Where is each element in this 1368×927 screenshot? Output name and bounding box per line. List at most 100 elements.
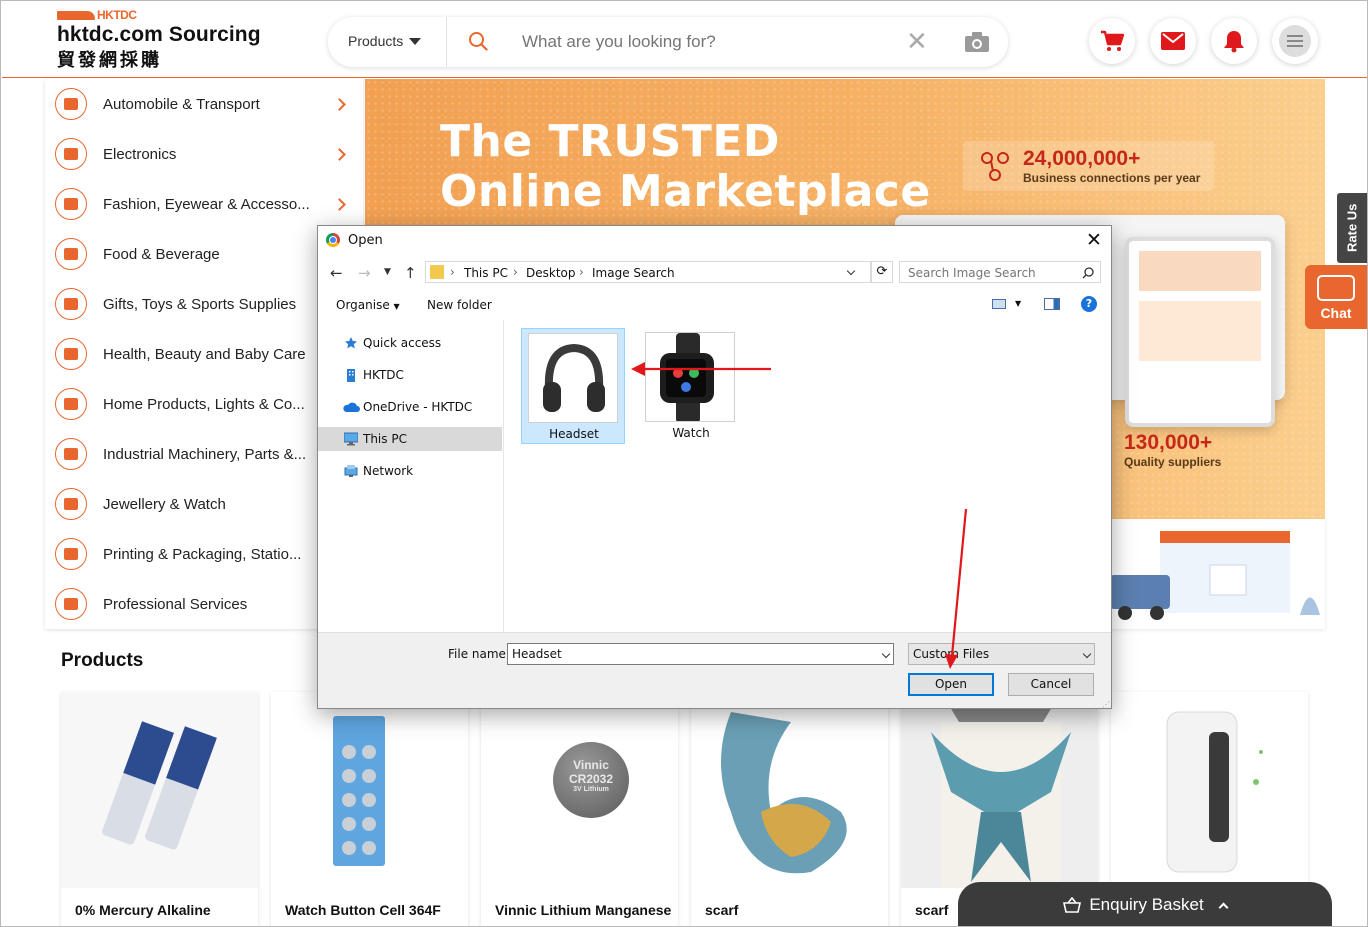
file-type-select[interactable]: Custom Files	[908, 643, 1095, 665]
view-options-icon[interactable]	[992, 299, 1006, 309]
chevron-right-icon	[333, 197, 346, 211]
stat-suppliers-label: Quality suppliers	[1124, 455, 1222, 469]
sidebar-item-automobile[interactable]: Automobile & Transport	[45, 79, 363, 129]
enquiry-basket-label: Enquiry Basket	[1089, 895, 1204, 914]
cancel-button[interactable]: Cancel	[1008, 673, 1094, 696]
sidebar-item-label: Electronics	[103, 145, 177, 163]
search-icon[interactable]	[468, 31, 488, 51]
forward-arrow-icon[interactable]: →	[358, 264, 371, 282]
preview-pane-icon[interactable]	[1044, 298, 1060, 310]
search-category-label: Products	[348, 33, 404, 49]
sidebar-item-gifts[interactable]: Gifts, Toys & Sports Supplies	[45, 279, 363, 329]
sidebar-item-label: Home Products, Lights & Co...	[103, 395, 305, 413]
product-image: Vinnic CR2032 3V Lithium	[481, 692, 678, 888]
sidebar-item-printing[interactable]: Printing & Packaging, Statio...	[45, 529, 363, 579]
search-icon	[1082, 267, 1094, 279]
refresh-icon[interactable]: ⟳	[871, 261, 893, 283]
dialog-search-input[interactable]	[908, 266, 1068, 280]
nav-quick-access[interactable]: Quick access	[318, 331, 502, 355]
search-divider	[446, 17, 447, 67]
chrome-icon	[326, 233, 340, 247]
sidebar-item-electronics[interactable]: Electronics	[45, 129, 363, 179]
organise-menu[interactable]: Organise ▼	[336, 298, 400, 312]
new-folder-button[interactable]: New folder	[427, 298, 492, 312]
product-name: Watch Button Cell 364F	[285, 902, 441, 918]
network-people-icon	[981, 152, 1009, 181]
products-heading: Products	[61, 650, 144, 671]
mail-icon	[1161, 32, 1185, 50]
help-icon[interactable]: ?	[1081, 296, 1097, 312]
product-name: scarf	[915, 902, 949, 918]
search-category-dropdown[interactable]: Products	[348, 33, 422, 49]
sidebar-item-fashion[interactable]: Fashion, Eyewear & Accesso...	[45, 179, 363, 229]
nav-this-pc[interactable]: This PC	[318, 427, 502, 451]
notifications-button[interactable]	[1211, 18, 1257, 64]
cart-button[interactable]	[1089, 18, 1135, 64]
enquiry-basket-bar[interactable]: Enquiry Basket	[958, 882, 1332, 926]
chevron-down-icon	[1082, 649, 1092, 659]
recent-locations-icon[interactable]: ▼	[384, 267, 391, 277]
product-image	[271, 692, 468, 888]
chevron-down-icon[interactable]	[881, 649, 891, 659]
search-input[interactable]	[522, 32, 882, 52]
stat-connections-value: 24,000,000+	[1023, 147, 1141, 170]
nav-onedrive[interactable]: OneDrive - HKTDC	[318, 395, 502, 419]
close-icon[interactable]: ✕	[1086, 229, 1102, 251]
product-card[interactable]: scarf	[691, 692, 888, 926]
sidebar-item-label: Jewellery & Watch	[103, 495, 226, 513]
caret-down-icon	[409, 37, 422, 45]
file-tile-headset[interactable]: Headset	[521, 328, 625, 444]
car-icon	[55, 88, 87, 120]
chat-button[interactable]: Chat	[1305, 265, 1367, 329]
sidebar-item-industrial[interactable]: Industrial Machinery, Parts &...	[45, 429, 363, 479]
resize-grip-icon[interactable]: ⋰	[1102, 700, 1110, 709]
back-arrow-icon[interactable]: ←	[330, 264, 343, 282]
nav-hktdc[interactable]: HKTDC	[318, 363, 502, 387]
bell-icon	[1224, 31, 1244, 53]
file-name-field[interactable]: Headset	[507, 643, 894, 665]
mail-button[interactable]	[1150, 18, 1196, 64]
breadcrumb-this-pc[interactable]: This PC	[464, 266, 508, 280]
smartwatch-icon	[660, 333, 714, 421]
sidebar-item-home[interactable]: Home Products, Lights & Co...	[45, 379, 363, 429]
headphones-icon	[543, 343, 605, 412]
network-icon	[344, 465, 358, 477]
camera-icon[interactable]	[964, 31, 990, 53]
chevron-right-icon	[333, 147, 346, 161]
product-name: scarf	[705, 902, 739, 918]
product-name: Vinnic Lithium Manganese	[495, 902, 672, 918]
file-tile-watch[interactable]: Watch	[639, 328, 743, 444]
breadcrumb-image-search[interactable]: Image Search	[592, 266, 675, 280]
rate-us-tab[interactable]: Rate Us	[1337, 193, 1367, 263]
chevron-up-icon	[1218, 902, 1229, 912]
organise-label: Organise	[336, 298, 390, 312]
caret-down-icon[interactable]: ▼	[1015, 299, 1021, 308]
open-button[interactable]: Open	[908, 673, 994, 696]
clear-icon[interactable]: ✕	[906, 28, 928, 54]
product-card[interactable]: Vinnic CR2032 3V Lithium Vinnic Lithium …	[481, 692, 678, 926]
site-logo[interactable]: HKTDC hktdc.com Sourcing 貿發網採購	[57, 8, 261, 72]
product-card[interactable]: Watch Button Cell 364F	[271, 692, 468, 926]
sidebar-item-label: Fashion, Eyewear & Accesso...	[103, 195, 310, 213]
dialog-search-box[interactable]	[899, 261, 1101, 283]
menu-button[interactable]	[1272, 18, 1318, 64]
product-card[interactable]: 0% Mercury Alkaline	[61, 692, 258, 926]
nav-network[interactable]: Network	[318, 459, 502, 483]
address-bar[interactable]: › This PC › Desktop › Image Search	[425, 261, 871, 283]
up-arrow-icon[interactable]: ↑	[404, 264, 417, 282]
tools-icon	[55, 438, 87, 470]
sidebar-item-professional[interactable]: Professional Services	[45, 579, 363, 629]
banner-headline-line-1: The TRUSTED	[440, 116, 780, 167]
dialog-title: Open	[348, 233, 383, 248]
battery-voltage-text: 3V Lithium	[573, 786, 609, 793]
address-dropdown-icon[interactable]	[846, 266, 856, 276]
sidebar-item-health[interactable]: Health, Beauty and Baby Care	[45, 329, 363, 379]
sidebar-item-food[interactable]: Food & Beverage	[45, 229, 363, 279]
gift-icon	[55, 288, 87, 320]
breadcrumb-separator: ›	[450, 265, 455, 279]
category-sidebar: Automobile & Transport Electronics Fashi…	[45, 79, 363, 629]
burger-icon	[55, 238, 87, 270]
coin-battery: Vinnic CR2032 3V Lithium	[553, 742, 629, 818]
breadcrumb-desktop[interactable]: Desktop	[526, 266, 576, 280]
sidebar-item-jewellery[interactable]: Jewellery & Watch	[45, 479, 363, 529]
